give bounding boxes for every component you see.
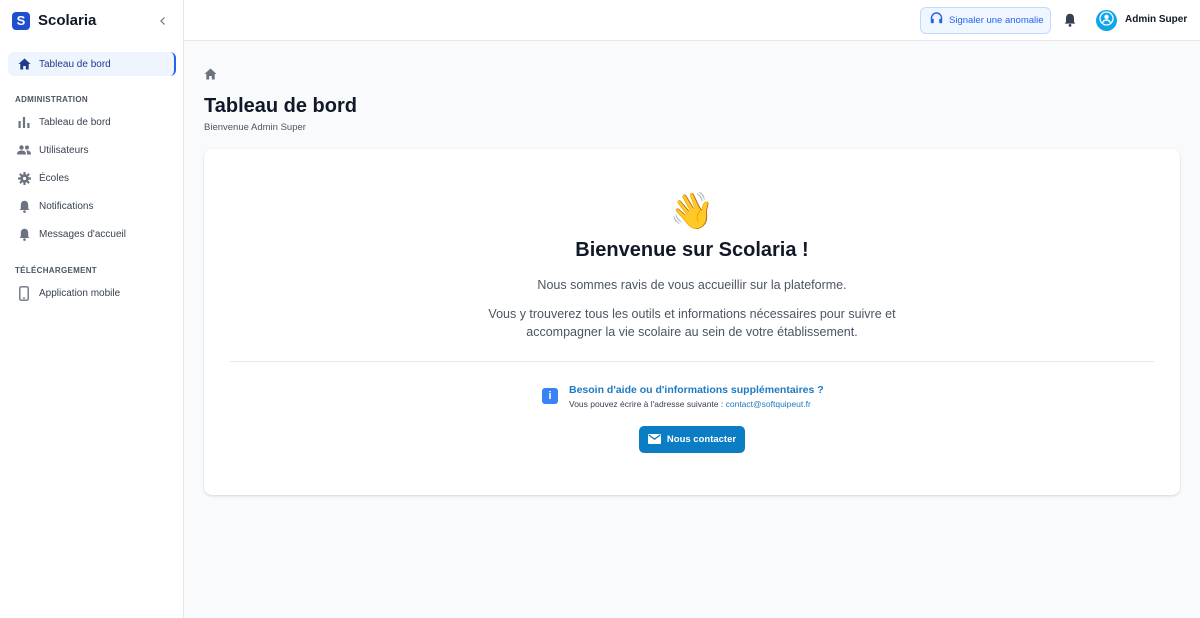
contact-button-label: Nous contacter: [666, 434, 737, 445]
gear-icon: [17, 171, 31, 185]
notifications-bell-icon[interactable]: [1064, 13, 1078, 27]
app-name[interactable]: Scolaria: [38, 12, 96, 29]
sidebar-item-notifications[interactable]: Notifications: [8, 195, 176, 217]
user-avatar-icon: [1099, 10, 1114, 31]
help-text-prefix: Vous pouvez écrire à l'adresse suivante …: [569, 399, 726, 409]
sidebar-item-schools[interactable]: Écoles: [8, 167, 176, 189]
breadcrumb-home-icon[interactable]: [204, 67, 217, 80]
welcome-title: Bienvenue sur Scolaria !: [575, 239, 809, 261]
report-anomaly-button[interactable]: Signaler une anomalie: [920, 7, 1051, 34]
sidebar-item-label: Tableau de bord: [39, 116, 111, 128]
sidebar-item-dashboard-active[interactable]: Tableau de bord: [8, 52, 176, 76]
sidebar-item-mobile-app[interactable]: Application mobile: [8, 282, 176, 304]
waving-hand-icon: 👋: [669, 190, 715, 231]
page-subtitle: Bienvenue Admin Super: [204, 122, 306, 133]
headset-icon: [930, 11, 943, 30]
contact-email-link[interactable]: contact@softquipeut.fr: [726, 399, 811, 409]
page-title: Tableau de bord: [204, 95, 357, 117]
sidebar-item-users[interactable]: Utilisateurs: [8, 139, 176, 161]
contact-button[interactable]: Nous contacter: [639, 426, 745, 453]
sidebar-item-label: Utilisateurs: [39, 144, 89, 156]
bell-icon: [17, 199, 31, 213]
sidebar-item-welcome-messages[interactable]: Messages d'accueil: [8, 223, 176, 245]
phone-icon: [17, 285, 31, 301]
sidebar-item-label: Tableau de bord: [39, 58, 111, 70]
user-name[interactable]: Admin Super: [1125, 14, 1187, 25]
section-title-administration: ADMINISTRATION: [15, 95, 88, 104]
section-title-download: TÉLÉCHARGEMENT: [15, 266, 97, 275]
info-icon: i: [542, 388, 558, 404]
help-title: Besoin d'aide ou d'informations suppléme…: [569, 384, 824, 396]
brand: S Scolaria: [0, 0, 183, 41]
divider: [230, 361, 1154, 362]
users-icon: [17, 143, 31, 157]
mail-icon: [647, 431, 661, 449]
sidebar-item-label: Écoles: [39, 172, 70, 184]
user-avatar[interactable]: [1096, 10, 1117, 31]
home-icon: [17, 57, 31, 71]
sidebar-item-dashboard[interactable]: Tableau de bord: [8, 111, 176, 133]
welcome-paragraph-2: Vous y trouverez tous les outils et info…: [488, 307, 896, 339]
brand-logo[interactable]: S: [12, 11, 30, 30]
welcome-card: 👋 Bienvenue sur Scolaria ! Nous sommes r…: [204, 149, 1180, 495]
bar-chart-icon: [17, 115, 31, 129]
sidebar: S Scolaria Tableau de bord ADMINISTRATIO…: [0, 0, 184, 618]
sidebar-item-label: Application mobile: [39, 287, 121, 299]
help-text: Vous pouvez écrire à l'adresse suivante …: [569, 399, 811, 409]
sidebar-item-label: Messages d'accueil: [39, 228, 126, 240]
sidebar-item-label: Notifications: [39, 200, 94, 212]
chevron-left-icon[interactable]: [155, 13, 171, 29]
report-anomaly-label: Signaler une anomalie: [949, 15, 1044, 26]
welcome-paragraph-1: Nous sommes ravis de vous accueillir sur…: [537, 278, 847, 292]
bell-icon: [17, 227, 31, 241]
topbar: Signaler une anomalie Admin Super: [184, 0, 1200, 41]
